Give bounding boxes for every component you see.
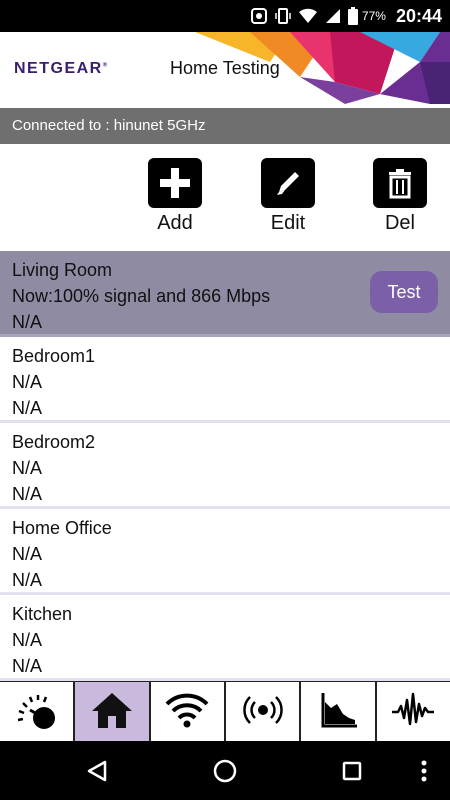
test-button[interactable]: Test (370, 271, 438, 313)
status-icons: 77% 20:44 (250, 0, 442, 32)
tab-speed[interactable] (0, 682, 76, 742)
list-item-home-office[interactable]: Home Office N/A N/A (0, 509, 450, 595)
tab-home[interactable] (75, 682, 151, 742)
wifi-icon (164, 690, 210, 735)
area-chart-icon (315, 690, 361, 735)
battery-percent: 77% (361, 9, 386, 23)
netgear-logo: NETGEAR® (14, 60, 108, 77)
list-item-bedroom2[interactable]: Bedroom2 N/A N/A (0, 423, 450, 509)
add-label: Add (157, 212, 193, 234)
back-icon[interactable] (77, 751, 117, 791)
recents-icon[interactable] (332, 751, 372, 791)
status-bar: 77% 20:44 (0, 0, 450, 32)
location-now: N/A (12, 458, 43, 478)
plus-icon (148, 158, 202, 208)
page-title: Home Testing (170, 58, 280, 78)
notification-icon (250, 7, 268, 25)
location-detail: N/A (12, 312, 43, 332)
location-name: Bedroom2 (12, 432, 96, 452)
home-circle-icon[interactable] (205, 751, 245, 791)
signal-broadcast-icon (240, 690, 286, 735)
speedometer-icon (14, 690, 60, 735)
list-item-living-room[interactable]: Living Room Now:100% signal and 866 Mbps… (0, 251, 450, 337)
location-name: Bedroom1 (12, 346, 96, 366)
pencil-icon (261, 158, 315, 208)
android-nav-bar (0, 741, 450, 800)
cell-signal-icon (324, 7, 342, 25)
edit-button[interactable]: Edit (248, 158, 328, 235)
add-button[interactable]: Add (135, 158, 215, 235)
battery-icon (347, 7, 358, 25)
clock: 20:44 (395, 5, 442, 26)
vibrate-icon (274, 7, 292, 25)
overflow-menu-icon[interactable] (414, 751, 434, 791)
location-list: Living Room Now:100% signal and 866 Mbps… (0, 251, 450, 681)
list-item-kitchen[interactable]: Kitchen N/A N/A (0, 595, 450, 681)
toolbar: Add Edit Del (0, 144, 450, 251)
location-detail: N/A (12, 398, 43, 418)
location-detail: N/A (12, 484, 43, 504)
app-header: NETGEAR® Home Testing (0, 32, 450, 104)
bottom-tab-bar (0, 681, 450, 742)
edit-label: Edit (270, 212, 306, 234)
tab-waveform[interactable] (377, 682, 450, 742)
del-label: Del (384, 212, 415, 234)
wifi-icon (298, 7, 318, 25)
delete-button[interactable]: Del (360, 158, 440, 235)
tab-wifi[interactable] (151, 682, 226, 742)
connection-status: Connected to : hinunet 5GHz (0, 108, 450, 144)
location-now: N/A (12, 630, 43, 650)
list-item-bedroom1[interactable]: Bedroom1 N/A N/A (0, 337, 450, 423)
location-now: N/A (12, 372, 43, 392)
home-icon (89, 690, 135, 735)
location-name: Home Office (12, 518, 112, 538)
location-name: Kitchen (12, 604, 73, 624)
tab-chart[interactable] (301, 682, 377, 742)
location-detail: N/A (12, 656, 43, 676)
trash-icon (373, 158, 427, 208)
tab-signal[interactable] (226, 682, 302, 742)
location-now: N/A (12, 544, 43, 564)
waveform-icon (390, 690, 436, 735)
location-detail: N/A (12, 570, 43, 590)
